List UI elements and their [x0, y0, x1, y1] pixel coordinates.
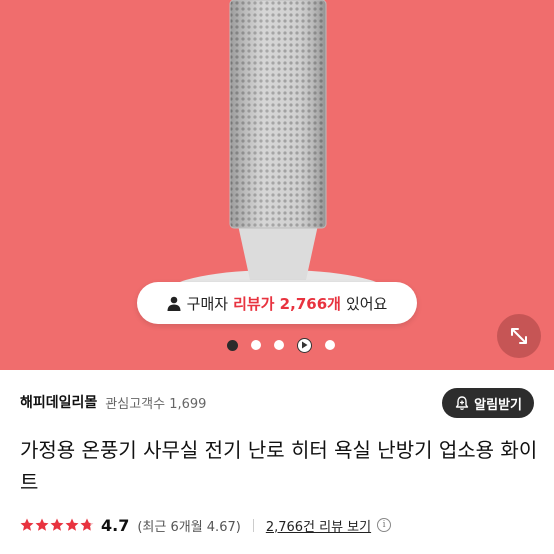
- carousel-dot-2[interactable]: [251, 340, 261, 350]
- star-icon: [50, 518, 64, 531]
- person-icon: [167, 296, 181, 311]
- carousel-dot-5[interactable]: [325, 340, 335, 350]
- play-icon: [302, 341, 308, 349]
- carousel-dot-3[interactable]: [274, 340, 284, 350]
- seller-name[interactable]: 해피데일리몰: [20, 392, 97, 412]
- review-banner-prefix: 구매자: [186, 294, 229, 313]
- product-title: 가정용 온풍기 사무실 전기 난로 히터 욕실 난방기 업소용 화이트: [20, 438, 538, 494]
- seller-info: 해피데일리몰 관심고객수 1,699 알림받기: [20, 385, 534, 419]
- product-image-carousel[interactable]: 구매자 리뷰가 2,766개 있어요: [0, 0, 554, 370]
- star-icon: [20, 518, 34, 531]
- seller-followers: 관심고객수 1,699: [105, 393, 206, 412]
- expand-image-button[interactable]: [497, 314, 541, 358]
- view-reviews-link[interactable]: 2,766건 리뷰 보기: [266, 516, 371, 535]
- alarm-subscribe-button[interactable]: 알림받기: [442, 388, 534, 418]
- review-banner-suffix: 있어요: [345, 294, 388, 313]
- bell-plus-icon: [455, 396, 469, 410]
- rating-summary: 4.7 (최근 6개월 4.67) 2,766건 리뷰 보기 i: [20, 512, 540, 538]
- review-banner-highlight: 리뷰가 2,766개: [233, 294, 341, 313]
- divider: [252, 518, 254, 532]
- expand-arrows-icon: [511, 328, 527, 344]
- seller-followers-count: 1,699: [169, 396, 207, 412]
- star-icon: [65, 518, 79, 531]
- alarm-button-label: 알림받기: [474, 397, 522, 413]
- carousel-dot-video[interactable]: [297, 337, 312, 353]
- star-rating: [20, 518, 95, 532]
- star-icon: [35, 518, 49, 531]
- rating-recent-summary: (최근 6개월 4.67): [137, 519, 241, 535]
- seller-followers-label: 관심고객수: [105, 396, 166, 412]
- review-count-banner[interactable]: 구매자 리뷰가 2,766개 있어요: [137, 282, 417, 324]
- carousel-dot-1[interactable]: [227, 339, 238, 351]
- star-icon: [80, 518, 94, 531]
- carousel-pagination: [227, 337, 348, 353]
- rating-score: 4.7: [101, 515, 130, 535]
- info-icon[interactable]: i: [377, 518, 392, 532]
